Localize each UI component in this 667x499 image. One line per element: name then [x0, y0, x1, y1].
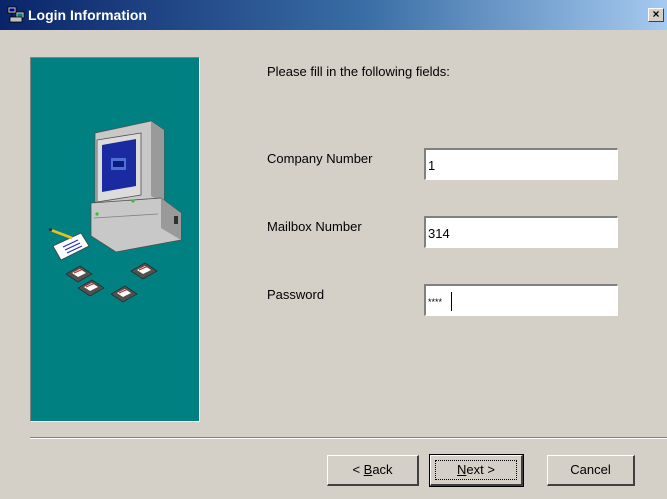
diskettes-icon [65, 262, 158, 303]
company-number-label: Company Number [267, 151, 373, 166]
computer-illustration-icon [90, 120, 182, 253]
text-caret [451, 292, 452, 311]
wizard-illustration [30, 57, 200, 422]
back-button-label: < Back [352, 462, 393, 477]
next-button-label: Next > [457, 462, 495, 477]
window-title: Login Information [28, 7, 147, 23]
password-field[interactable] [424, 284, 618, 316]
document-with-pen-icon [48, 227, 90, 261]
cancel-button-label: Cancel [570, 462, 611, 477]
cancel-button[interactable]: Cancel [547, 455, 635, 486]
title-bar[interactable]: Login Information × [0, 0, 667, 30]
password-label: Password [267, 287, 325, 302]
network-computer-icon[interactable] [7, 6, 25, 24]
close-icon: × [652, 7, 660, 21]
mailbox-number-field[interactable] [424, 216, 618, 248]
next-button[interactable]: Next > [429, 454, 524, 487]
close-button[interactable]: × [648, 8, 664, 22]
instruction-text: Please fill in the following fields: [267, 64, 450, 79]
company-number-field[interactable] [424, 148, 618, 180]
back-button[interactable]: < Back [327, 455, 419, 486]
mailbox-number-label: Mailbox Number [267, 219, 362, 234]
